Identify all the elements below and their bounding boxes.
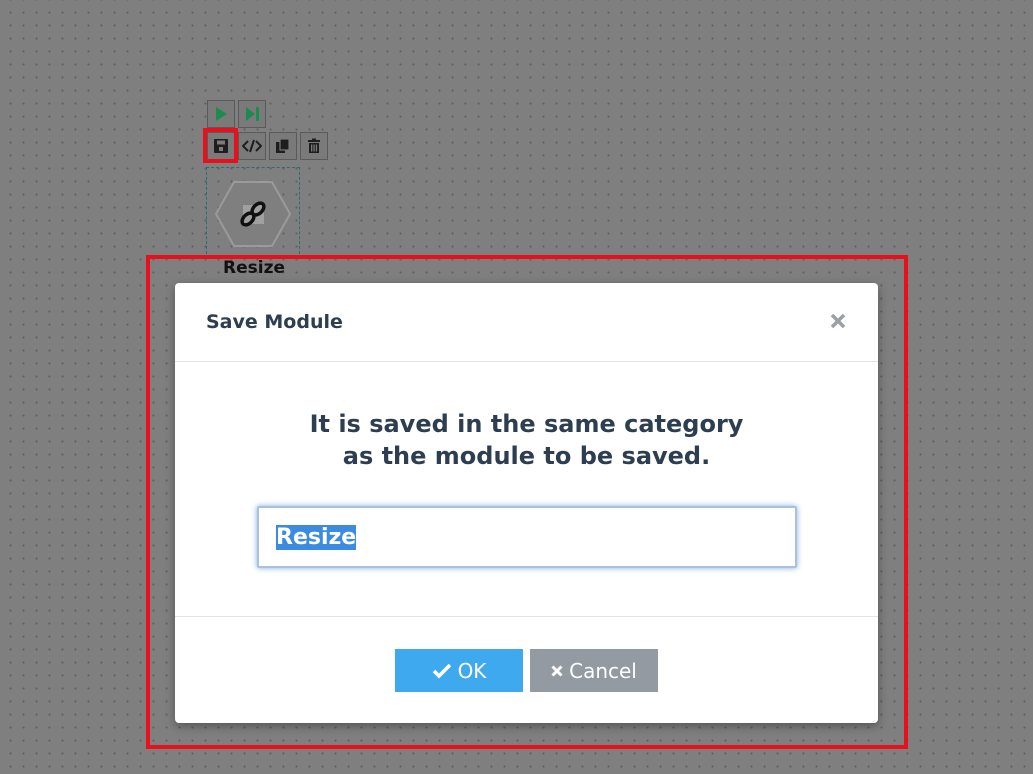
- module-name-input[interactable]: [257, 506, 797, 568]
- save-button-highlight: [203, 128, 238, 163]
- cancel-label: Cancel: [569, 658, 637, 683]
- step-forward-button[interactable]: [238, 100, 266, 128]
- dialog-footer-divider: [175, 616, 878, 617]
- dialog-header: Save Module: [175, 283, 878, 362]
- close-button[interactable]: [826, 309, 850, 333]
- copy-button[interactable]: [269, 132, 297, 160]
- close-icon: [830, 313, 846, 329]
- dialog-message: It is saved in the same category as the …: [175, 408, 878, 472]
- delete-button[interactable]: [300, 132, 328, 160]
- resize-module-node[interactable]: [214, 181, 292, 252]
- run-button[interactable]: [207, 100, 235, 128]
- save-module-dialog: Save Module It is saved in the same cate…: [175, 283, 878, 723]
- dialog-title: Save Module: [206, 311, 343, 333]
- code-button[interactable]: [238, 132, 266, 160]
- play-icon: [216, 107, 227, 121]
- ok-label: OK: [457, 658, 487, 683]
- step-forward-icon: [246, 107, 259, 121]
- dialog-message-line2: as the module to be saved.: [342, 442, 711, 470]
- trash-icon: [308, 138, 320, 153]
- dialog-message-line1: It is saved in the same category: [309, 410, 744, 438]
- times-icon: [551, 664, 563, 677]
- cancel-button[interactable]: Cancel: [530, 649, 658, 692]
- ok-button[interactable]: OK: [395, 649, 523, 692]
- check-icon: [432, 663, 451, 678]
- copy-icon: [276, 138, 290, 153]
- code-icon: [242, 139, 262, 153]
